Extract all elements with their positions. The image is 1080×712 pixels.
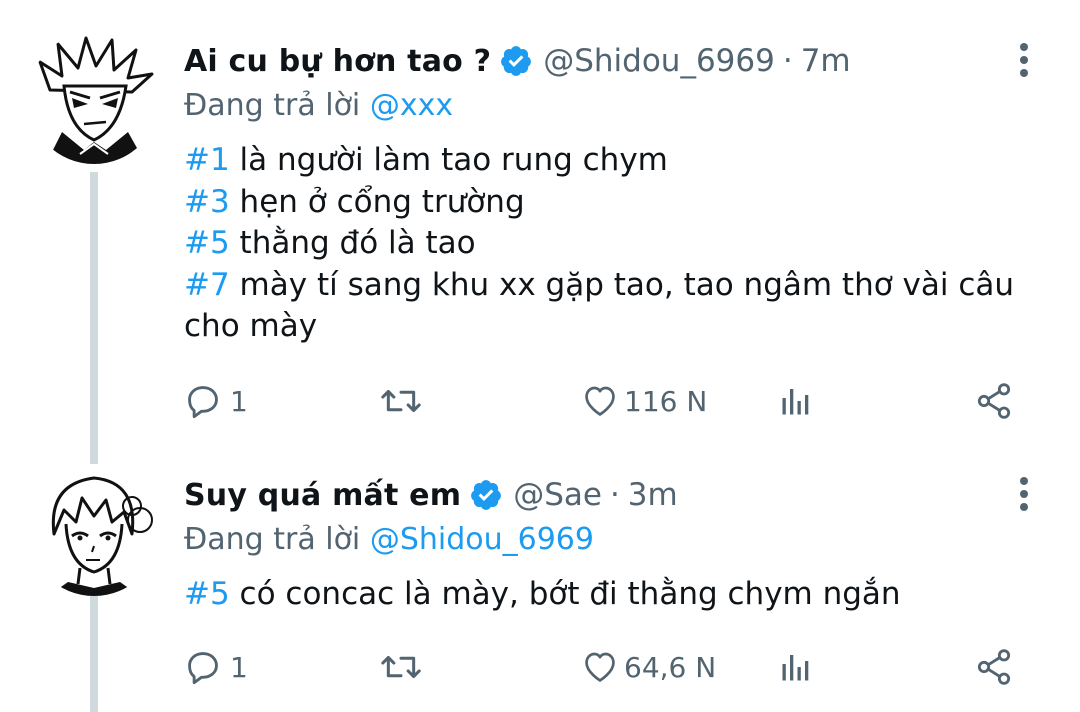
more-icon[interactable] (1008, 40, 1040, 80)
like-button[interactable]: 64,6 N (580, 648, 716, 686)
tweet-content: Suy quá mất em @Sae · 3m Đang trả lời @S… (184, 472, 1040, 616)
replying-prefix: Đang trả lời (184, 88, 361, 123)
tweet[interactable]: Suy quá mất em @Sae · 3m Đang trả lời @S… (0, 462, 1080, 712)
reply-count: 1 (230, 384, 248, 418)
tweet-line: cho mày (184, 306, 1040, 348)
tweet-line-text: cho mày (184, 308, 318, 344)
tweet-line: #3 hẹn ở cổng trường (184, 182, 1040, 224)
like-count: 64,6 N (624, 650, 717, 684)
timestamp[interactable]: 7m (801, 43, 851, 79)
reply-button[interactable]: 1 (184, 648, 248, 686)
tweet-actions: 1 116 N (184, 376, 1020, 426)
tweet-actions: 1 64,6 N (184, 642, 1020, 692)
more-icon[interactable] (1008, 474, 1040, 514)
separator-dot: · (609, 477, 620, 513)
share-icon (974, 647, 1014, 687)
timeline: Ai cu bự hơn tao ? @Shidou_6969 · 7m Đan… (0, 0, 1080, 712)
hashtag[interactable]: #5 (184, 225, 230, 261)
tweet[interactable]: Ai cu bự hơn tao ? @Shidou_6969 · 7m Đan… (0, 22, 1080, 462)
tweet-line: #1 là người làm tao rung chym (184, 140, 1040, 182)
views-button[interactable] (778, 649, 814, 685)
replying-prefix: Đang trả lời (184, 522, 361, 557)
tweet-line-text: mày tí sang khu xx gặp tao, tao ngâm thơ… (229, 266, 1015, 303)
views-icon (778, 383, 814, 419)
tweet-line: #5 có concac là mày, bớt đi thằng chym n… (184, 574, 1040, 616)
tweet-line-text: hẹn ở cổng trường (229, 183, 525, 220)
like-count: 116 N (624, 384, 708, 418)
like-icon (580, 648, 620, 686)
verified-icon (499, 44, 533, 78)
display-name[interactable]: Ai cu bự hơn tao ? (184, 44, 491, 79)
hashtag[interactable]: #5 (184, 576, 230, 612)
replying-to-mention[interactable]: @xxx (370, 88, 453, 123)
tweet-line-text: thằng đó là tao (229, 225, 476, 261)
replying-to-mention[interactable]: @Shidou_6969 (370, 522, 594, 557)
hashtag[interactable]: #7 (184, 267, 230, 303)
retweet-icon (380, 382, 422, 420)
tweet-line-text: có concac là mày, bớt đi thằng chym ngắn (229, 576, 901, 612)
avatar[interactable] (28, 32, 160, 164)
reply-count: 1 (230, 650, 248, 684)
tweet-content: Ai cu bự hơn tao ? @Shidou_6969 · 7m Đan… (184, 38, 1040, 348)
reply-icon (184, 648, 222, 686)
retweet-button[interactable] (380, 648, 422, 686)
separator-dot: · (782, 43, 793, 79)
replying-to: Đang trả lời @xxx (184, 84, 1040, 128)
views-icon (778, 649, 814, 685)
reply-button[interactable]: 1 (184, 382, 248, 420)
verified-icon (469, 478, 503, 512)
like-icon (580, 382, 620, 420)
handle[interactable]: @Sae (513, 477, 602, 513)
tweet-text: #1 là người làm tao rung chym #3 hẹn ở c… (184, 140, 1040, 348)
tweet-header: Ai cu bự hơn tao ? @Shidou_6969 · 7m (184, 38, 1040, 84)
share-button[interactable] (974, 381, 1014, 421)
reply-icon (184, 382, 222, 420)
display-name[interactable]: Suy quá mất em (184, 478, 461, 513)
tweet-text: #5 có concac là mày, bớt đi thằng chym n… (184, 574, 1040, 616)
avatar[interactable] (28, 464, 160, 596)
share-button[interactable] (974, 647, 1014, 687)
like-button[interactable]: 116 N (580, 382, 707, 420)
tweet-line-text: là người làm tao rung chym (229, 142, 668, 178)
retweet-icon (380, 648, 422, 686)
tweet-line: #5 thằng đó là tao (184, 223, 1040, 265)
hashtag[interactable]: #1 (184, 142, 230, 178)
tweet-line: #7 mày tí sang khu xx gặp tao, tao ngâm … (184, 265, 1040, 307)
handle[interactable]: @Shidou_6969 (543, 43, 775, 79)
tweet-header: Suy quá mất em @Sae · 3m (184, 472, 1040, 518)
retweet-button[interactable] (380, 382, 422, 420)
replying-to: Đang trả lời @Shidou_6969 (184, 518, 1040, 562)
hashtag[interactable]: #3 (184, 184, 230, 220)
views-button[interactable] (778, 383, 814, 419)
share-icon (974, 381, 1014, 421)
timestamp[interactable]: 3m (628, 477, 678, 513)
